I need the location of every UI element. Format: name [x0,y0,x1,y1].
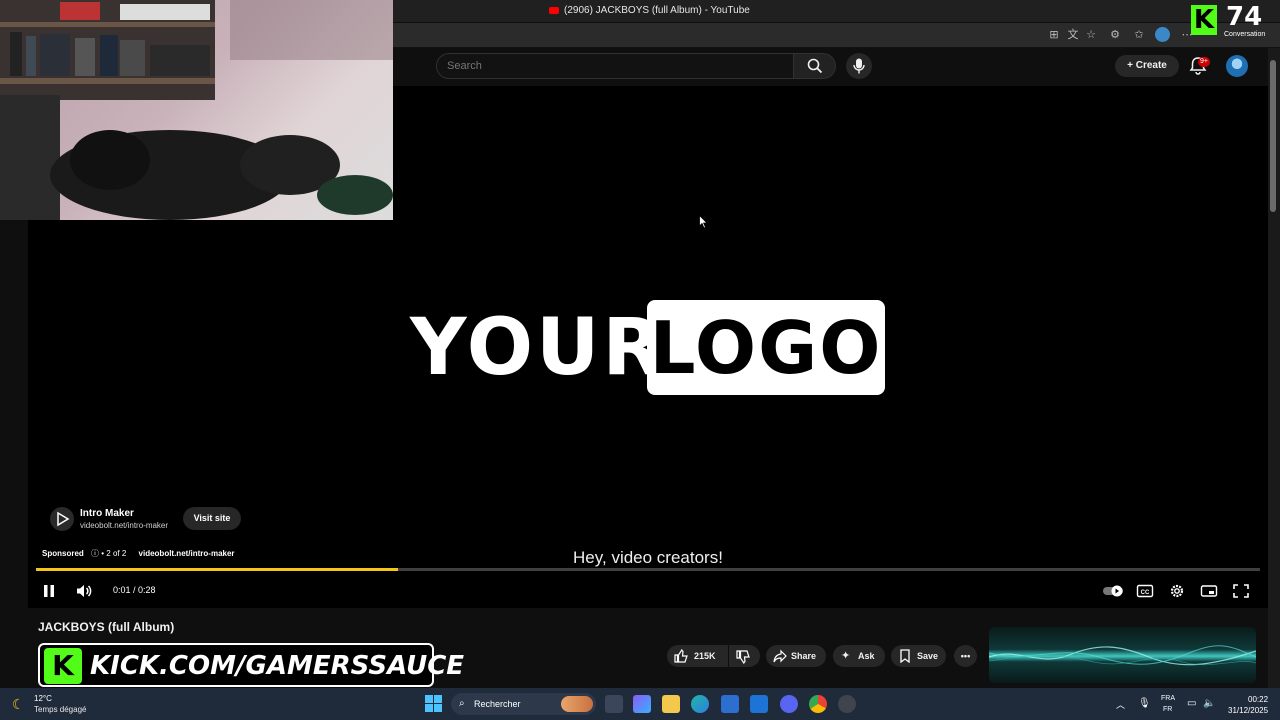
info-icon[interactable]: ⓘ [91,549,99,558]
theater-mode-button[interactable] [1200,583,1218,599]
ad-info-bar: Sponsored ⓘ • 2 of 2 videobolt.net/intro… [42,549,235,558]
keyboard-layout[interactable]: FR [1163,706,1172,713]
more-horizontal-icon: ••• [960,651,971,661]
pause-icon [44,585,48,597]
webcam-overlay [0,0,393,220]
clock-time[interactable]: 00:22 [1248,695,1268,704]
volume-icon [77,585,84,597]
settings-gear-icon[interactable] [1168,583,1186,599]
window-title-text: (2906) JACKBOYS (full Album) - YouTube [564,5,750,16]
fullscreen-icon[interactable] [1232,583,1250,599]
more-actions-button[interactable]: ••• [954,645,977,667]
advertiser-logo-icon[interactable] [50,507,74,531]
extensions-icon[interactable]: ⚙ [1108,28,1122,42]
volume-button[interactable] [75,583,93,599]
ask-label: Ask [858,651,875,661]
app-available-icon[interactable]: ⊞ [1047,28,1061,42]
scrollbar-thumb[interactable] [1270,60,1276,212]
share-icon [773,649,787,663]
search-icon [807,58,823,74]
webcam-feed-image [0,0,393,220]
window-title: (2906) JACKBOYS (full Album) - YouTube [549,5,750,16]
save-label: Save [917,651,939,661]
visit-site-button[interactable]: Visit site [183,507,241,530]
favorites-list-icon[interactable]: ✩ [1132,28,1146,42]
counter-label: Conversation [1224,31,1266,38]
thumbs-down-icon [736,650,750,664]
waveform-image [989,645,1256,666]
sparkle-icon: ✦ [841,650,851,662]
svg-text:CC: CC [1141,590,1150,596]
weather-moon-icon[interactable]: ☾ [12,696,25,713]
kick-counter-logo-icon: K [1191,5,1217,35]
windows-start-icon[interactable] [425,695,442,712]
pause-button[interactable] [40,583,58,599]
edge-browser-icon[interactable] [691,695,709,713]
ask-button[interactable]: ✦ Ask [833,645,885,667]
microphone-icon [853,58,865,74]
mouse-cursor-icon [699,215,708,229]
browser-profile-icon[interactable] [1155,27,1170,42]
like-count: 215K [694,651,716,661]
voice-search-button[interactable] [846,53,872,79]
ad-count: 2 of 2 [106,549,127,558]
bookmark-icon [900,649,910,663]
taskbar-search-label: Rechercher [474,699,521,709]
create-button[interactable]: + Create [1115,55,1179,77]
video-caption: Hey, video creators! [573,548,723,567]
input-language[interactable]: FRA [1161,695,1175,702]
show-hidden-icons-chevron-icon[interactable]: ︿ [1116,698,1125,711]
plus-icon: + [1127,60,1136,71]
search-button[interactable] [794,53,836,79]
microsoft-store-icon[interactable] [721,695,739,713]
copilot-icon[interactable] [633,695,651,713]
clock-date[interactable]: 31/12/2025 [1228,706,1268,715]
search-icon: ⌕ [459,698,465,709]
share-label: Share [791,651,817,661]
task-view-icon[interactable] [605,695,623,713]
browser-toolbar [393,23,1280,48]
kick-channel-url: KICK.COM/GAMERSSAUCE [90,651,465,681]
account-avatar[interactable] [1226,55,1248,77]
weather-temperature[interactable]: 12°C [34,694,52,703]
network-icon[interactable]: ▭ [1187,698,1196,709]
advertiser-url[interactable]: videobolt.net/intro-maker [80,521,168,530]
like-button[interactable]: 215K [667,645,728,667]
mail-icon[interactable] [750,695,768,713]
share-button[interactable]: Share [766,645,826,667]
save-button[interactable]: Save [891,645,946,667]
speaker-icon[interactable]: 🔈 [1203,698,1215,709]
ad-info-url[interactable]: videobolt.net/intro-maker [139,549,235,558]
dislike-button[interactable] [729,645,760,667]
advertiser-name[interactable]: Intro Maker [80,508,134,519]
time-display: 0:01 / 0:28 [113,585,156,595]
ad-logo-word-logo: LOGO [649,306,883,390]
weather-description[interactable]: Temps dégagé [34,705,86,714]
sponsored-label: Sponsored [42,549,84,558]
thumbs-up-icon [674,649,688,663]
notification-badge: 9+ [1198,57,1210,67]
ad-logo-word-your: YOUR [410,303,666,393]
chrome-icon[interactable] [809,695,827,713]
obs-icon[interactable] [838,695,856,713]
microphone-tray-icon[interactable]: 🎙 [1138,698,1151,709]
progress-bar-fill [36,568,398,571]
search-input[interactable] [436,53,794,79]
autoplay-toggle[interactable] [1102,583,1124,599]
subtitles-button[interactable]: CC [1136,583,1154,599]
recommended-video-thumbnail[interactable] [989,627,1256,683]
taskbar-search[interactable]: ⌕ Rechercher [451,693,596,715]
create-label: Create [1135,60,1167,71]
viewer-counter: 74 [1226,2,1263,32]
file-explorer-icon[interactable] [662,695,680,713]
discord-icon[interactable] [780,695,798,713]
play-logo-icon [57,511,70,527]
video-title: JACKBOYS (full Album) [38,620,175,634]
kick-logo-icon: K [44,648,82,684]
youtube-favicon-icon [549,6,559,14]
search-highlight-image [561,696,593,712]
translate-icon[interactable]: 文 [1066,28,1080,42]
favorite-star-icon[interactable]: ☆ [1084,28,1098,42]
